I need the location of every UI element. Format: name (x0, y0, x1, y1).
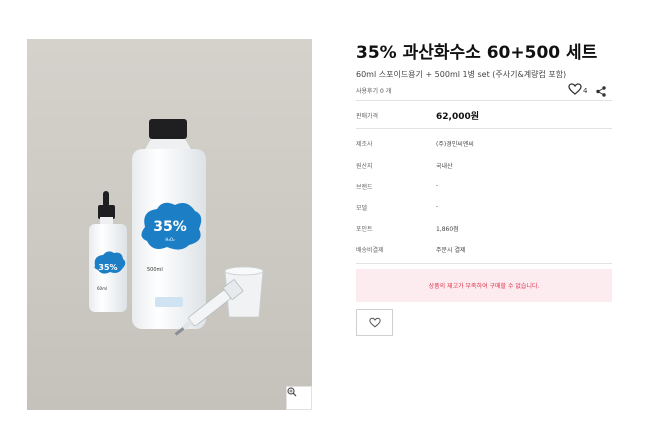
soldout-text: 상품의 재고가 부족하여 구매할 수 없습니다. (428, 283, 540, 290)
detail-value-points: 1,860점 (436, 226, 459, 233)
small-bottle-volume: 60ml (97, 286, 107, 291)
dropper-bulb (103, 191, 109, 207)
wishlist-toggle[interactable]: 4 (568, 79, 588, 95)
detail-label-origin: 원산지 (356, 163, 373, 170)
detail-value-shipping: 주문시 결제 (436, 247, 466, 254)
share-button[interactable] (596, 82, 606, 97)
wishlist-button[interactable] (356, 309, 393, 336)
detail-label-manufacturer: 제조사 (356, 141, 373, 148)
detail-value-manufacturer: (주)경인씨엔씨 (436, 141, 474, 148)
divider (356, 128, 612, 129)
detail-value-origin: 국내산 (436, 163, 453, 170)
product-subtitle: 60ml 스포이드용기 + 500ml 1병 set (주사기&계량컵 포함) (356, 70, 567, 79)
price-label: 판매가격 (356, 113, 379, 120)
svg-text:H₂O₂: H₂O₂ (165, 237, 175, 242)
heart-icon (368, 317, 381, 328)
large-bottle-badge: 35% (153, 219, 187, 235)
zoom-icon (287, 387, 297, 397)
detail-label-model: 모델 (356, 205, 368, 212)
product-title: 35% 과산화수소 60+500 세트 (356, 43, 598, 63)
detail-label-brand: 브랜드 (356, 184, 373, 191)
divider (356, 100, 612, 101)
soldout-notice: 상품의 재고가 부족하여 구매할 수 없습니다. (356, 269, 612, 302)
divider (356, 263, 612, 264)
detail-value-model: - (436, 203, 439, 210)
small-bottle-cap (98, 205, 115, 219)
share-icon (596, 86, 606, 97)
heart-icon (568, 83, 582, 95)
product-image[interactable]: 35% H₂O₂ 500ml 35% 60ml (27, 39, 312, 410)
review-count[interactable]: 사용후기 0 개 (356, 86, 391, 95)
detail-value-brand: - (436, 182, 439, 189)
detail-label-points: 포인트 (356, 226, 373, 233)
zoom-button[interactable] (286, 386, 312, 410)
product-photo: 35% H₂O₂ 500ml 35% 60ml (27, 39, 312, 410)
price-value: 62,000원 (436, 112, 480, 122)
small-bottle-badge: 35% (98, 263, 117, 272)
wish-count: 4 (583, 87, 588, 95)
detail-label-shipping: 배송비결제 (356, 247, 384, 254)
large-bottle-cap (149, 119, 187, 139)
large-bottle-volume: 500ml (147, 267, 163, 273)
